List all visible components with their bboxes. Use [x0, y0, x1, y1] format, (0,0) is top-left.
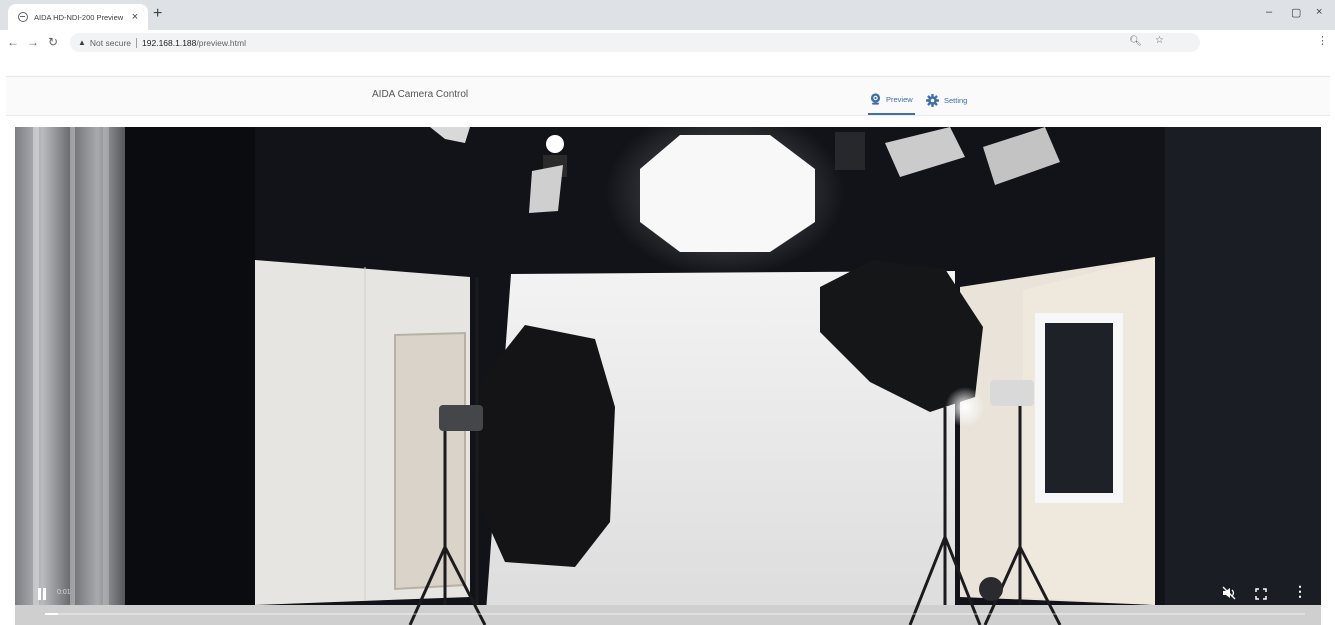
- app-header: AIDA Camera Control Preview Setting: [6, 76, 1330, 116]
- warning-icon: ▲: [78, 38, 86, 47]
- video-timecode: 0:01: [57, 589, 71, 596]
- app-title: AIDA Camera Control: [372, 89, 469, 100]
- video-progress-bar[interactable]: [45, 613, 1305, 615]
- tab-close-button[interactable]: ×: [128, 11, 142, 23]
- fullscreen-icon[interactable]: [1255, 587, 1267, 605]
- browser-toolbar: ← → ↻ ▲ Not secure 192.168.1.188/preview…: [0, 30, 1335, 56]
- tab-preview[interactable]: Preview: [868, 85, 915, 115]
- gear-icon: [926, 93, 939, 107]
- url-host: 192.168.1.188: [142, 37, 197, 48]
- star-icon[interactable]: ☆: [1155, 35, 1164, 46]
- url-text[interactable]: 192.168.1.188/preview.html: [142, 38, 246, 48]
- tab-setting[interactable]: Setting: [926, 85, 967, 115]
- webcam-icon: [870, 93, 881, 105]
- mute-icon[interactable]: [1222, 586, 1236, 605]
- more-options-icon[interactable]: ⋮: [1293, 584, 1307, 598]
- reload-icon[interactable]: ↻: [48, 35, 58, 49]
- url-path: /preview.html: [196, 37, 246, 48]
- security-label[interactable]: Not secure: [90, 38, 131, 48]
- tab-preview-label: Preview: [886, 94, 913, 104]
- new-tab-button[interactable]: +: [153, 4, 162, 24]
- forward-arrow-icon[interactable]: →: [27, 35, 39, 49]
- browser-tab[interactable]: AIDA HD-NDI-200 Preview ×: [8, 4, 148, 30]
- menu-icon[interactable]: ⋮: [1317, 34, 1328, 47]
- back-arrow-icon[interactable]: ←: [7, 35, 19, 49]
- pause-icon[interactable]: [37, 588, 47, 600]
- minimize-button[interactable]: –: [1266, 6, 1272, 18]
- video-player[interactable]: 0:01 ⋮: [15, 127, 1321, 625]
- video-progress-fill: [45, 613, 58, 615]
- close-window-button[interactable]: ×: [1316, 6, 1322, 18]
- address-bar[interactable]: ▲ Not secure 192.168.1.188/preview.html …: [70, 33, 1200, 52]
- browser-tabstrip: AIDA HD-NDI-200 Preview × + – ▢ ×: [0, 0, 1335, 30]
- tab-setting-label: Setting: [944, 95, 968, 105]
- maximize-button[interactable]: ▢: [1291, 6, 1301, 19]
- tab-title: AIDA HD-NDI-200 Preview: [34, 12, 124, 22]
- zoom-icon[interactable]: 🔍︎: [1129, 36, 1142, 47]
- omnibox-divider: [136, 37, 138, 48]
- studio-video-frame: [15, 127, 1321, 625]
- globe-icon: [18, 12, 28, 22]
